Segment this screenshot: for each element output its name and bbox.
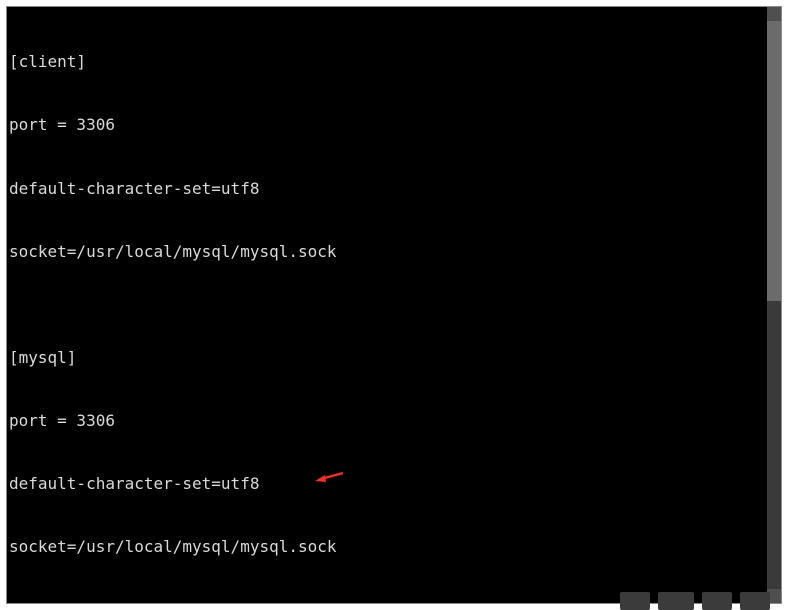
config-line: default-character-set=utf8: [9, 178, 769, 199]
config-line: default-character-set=utf8: [9, 473, 769, 494]
config-line: socket=/usr/local/mysql/mysql.sock: [9, 241, 769, 262]
config-line: [client]: [9, 51, 769, 72]
scrollbar-up-button[interactable]: [767, 7, 781, 21]
redacted-block: [740, 592, 770, 610]
redacted-block: [658, 592, 694, 610]
terminal-window: [client] port = 3306 default-character-s…: [6, 6, 782, 604]
config-line: [mysql]: [9, 347, 769, 368]
config-line: socket=/usr/local/mysql/mysql.sock: [9, 536, 769, 557]
scrollbar-thumb[interactable]: [767, 21, 781, 301]
vertical-scrollbar[interactable]: [767, 7, 781, 603]
config-line: port = 3306: [9, 114, 769, 135]
config-line: port = 3306: [9, 410, 769, 431]
terminal-text-area[interactable]: [client] port = 3306 default-character-s…: [7, 7, 769, 603]
redacted-overlay: [620, 588, 770, 610]
redacted-block: [620, 592, 650, 610]
redacted-block: [702, 592, 732, 610]
app-frame: [client] port = 3306 default-character-s…: [0, 0, 792, 610]
